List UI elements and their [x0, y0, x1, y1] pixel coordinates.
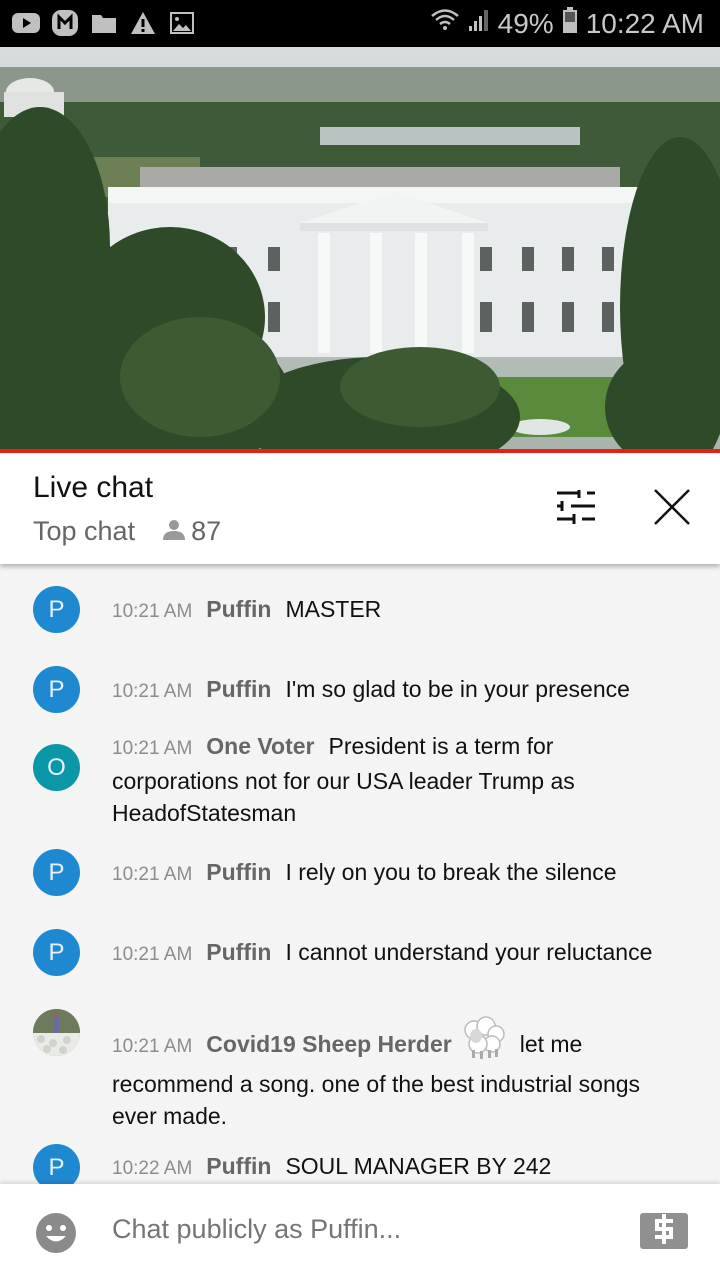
message-time: 10:21 AM	[112, 864, 193, 885]
folder-icon	[90, 9, 118, 37]
youtube-icon	[12, 9, 40, 37]
message-time: 10:21 AM	[112, 1036, 193, 1057]
sheep-icon	[460, 1016, 506, 1068]
chat-composer	[0, 1184, 720, 1280]
message-time: 10:21 AM	[112, 738, 193, 759]
chat-message-list[interactable]: P 10:21 AM Puffin MASTER P 10:21 AM Puffin I…	[0, 564, 720, 1184]
chat-mode-dropdown[interactable]: Top chat	[33, 516, 135, 547]
dollar-icon	[653, 1213, 675, 1249]
warning-icon	[129, 9, 157, 37]
viewer-count: 87	[163, 516, 221, 547]
message-time: 10:21 AM	[112, 681, 193, 702]
message-author[interactable]: Puffin	[206, 676, 271, 702]
message-author[interactable]: Puffin	[206, 939, 271, 965]
battery-percent: 49%	[497, 7, 554, 39]
message-time: 10:21 AM	[112, 944, 193, 965]
message-text: I'm so glad to be in your presence	[285, 676, 630, 702]
clock: 10:22 AM	[585, 7, 704, 39]
message-time: 10:22 AM	[112, 1158, 193, 1179]
status-bar: 49% 10:22 AM	[0, 0, 720, 47]
message-author[interactable]: Puffin	[206, 859, 271, 885]
message-text: I cannot understand your reluctance	[285, 939, 653, 965]
emoji-button[interactable]	[36, 1213, 76, 1253]
super-chat-button[interactable]	[640, 1213, 688, 1249]
m-app-icon	[51, 9, 79, 37]
close-chat-button[interactable]	[648, 485, 696, 533]
chat-filter-button[interactable]	[552, 485, 600, 533]
avatar[interactable]: P	[33, 1144, 80, 1184]
message-time: 10:21 AM	[112, 601, 193, 622]
message-author[interactable]: Puffin	[206, 596, 271, 622]
person-icon	[163, 516, 186, 547]
chat-input[interactable]	[112, 1214, 612, 1245]
message-text: SOUL MANAGER BY 242	[285, 1153, 552, 1179]
video-frame-white-house	[0, 47, 720, 449]
avatar[interactable]	[33, 1009, 80, 1056]
message-author[interactable]: Puffin	[206, 1153, 271, 1179]
message-text: I rely on you to break the silence	[285, 859, 617, 885]
battery-icon	[562, 6, 578, 41]
avatar[interactable]: P	[33, 849, 80, 896]
image-icon	[168, 9, 196, 37]
message-text: MASTER	[285, 596, 382, 622]
video-player[interactable]	[0, 47, 720, 449]
wifi-icon	[430, 7, 460, 40]
viewer-count-value: 87	[191, 516, 222, 546]
avatar[interactable]: P	[33, 586, 80, 633]
close-icon	[654, 488, 690, 530]
sliders-icon	[557, 487, 595, 529]
avatar[interactable]: P	[33, 929, 80, 976]
smiley-icon	[36, 1213, 76, 1257]
message-author[interactable]: One Voter	[206, 733, 314, 759]
message-author[interactable]: Covid19 Sheep Herder	[206, 1031, 451, 1057]
avatar[interactable]: O	[33, 744, 80, 791]
chat-title: Live chat	[33, 471, 154, 504]
signal-icon	[468, 7, 490, 40]
avatar[interactable]: P	[33, 666, 80, 713]
chat-header: Live chat Top chat 87	[0, 453, 720, 564]
